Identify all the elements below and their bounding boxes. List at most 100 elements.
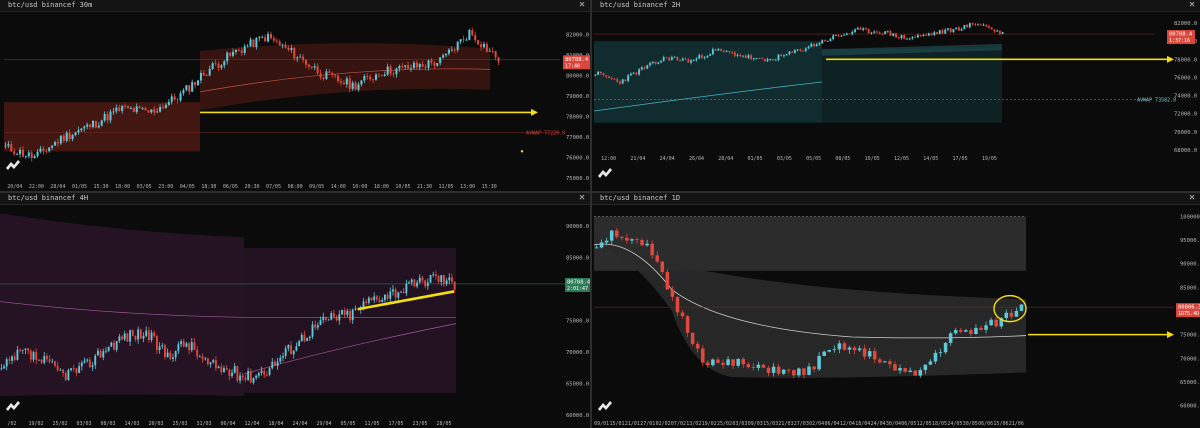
candle bbox=[5, 359, 8, 367]
chart-panel-2h[interactable]: btc/usd binancef 2H ✕ 82000.080000.07800… bbox=[592, 0, 1200, 210]
candle bbox=[88, 359, 91, 367]
candle bbox=[928, 361, 933, 365]
candle bbox=[124, 105, 127, 107]
candle bbox=[818, 43, 821, 45]
candle bbox=[389, 66, 392, 74]
candle bbox=[19, 349, 22, 351]
candle bbox=[979, 327, 983, 330]
candle bbox=[480, 44, 483, 48]
candle bbox=[938, 30, 941, 34]
candle bbox=[695, 58, 698, 61]
candle bbox=[126, 105, 130, 109]
x-tick-label: 30/04 bbox=[886, 421, 901, 427]
candle bbox=[923, 364, 928, 371]
candle bbox=[319, 73, 322, 78]
candle bbox=[772, 58, 774, 61]
candle bbox=[442, 275, 445, 285]
candle bbox=[72, 368, 75, 369]
x-tick-label: 28/04 bbox=[50, 184, 65, 190]
candle bbox=[164, 345, 166, 357]
chart-1d[interactable]: 100000.095000.090000.085000.080000.07500… bbox=[592, 193, 1200, 428]
candle bbox=[267, 33, 270, 42]
candle bbox=[594, 74, 597, 76]
candle bbox=[54, 361, 56, 366]
candle bbox=[996, 30, 999, 32]
candle bbox=[421, 64, 424, 67]
candle bbox=[131, 330, 134, 336]
x-tick-label: 21/01 bbox=[625, 421, 640, 427]
panel-divider-vertical[interactable] bbox=[590, 0, 592, 428]
candle bbox=[121, 336, 123, 340]
candle bbox=[936, 32, 938, 34]
candle bbox=[115, 107, 118, 112]
candle bbox=[324, 316, 327, 320]
y-tick-label: 60000.0 bbox=[566, 413, 589, 419]
candle bbox=[717, 48, 720, 51]
y-tick-label: 80000.0 bbox=[566, 74, 589, 80]
candle bbox=[257, 372, 260, 376]
candle bbox=[766, 59, 769, 62]
candle bbox=[247, 371, 250, 380]
candle bbox=[933, 352, 938, 362]
candle bbox=[206, 358, 209, 365]
x-tick-label: 24/05 bbox=[947, 421, 962, 427]
candle bbox=[86, 359, 89, 361]
candle bbox=[401, 65, 404, 67]
logo-mark bbox=[598, 401, 612, 411]
candle bbox=[900, 35, 903, 39]
candle bbox=[10, 144, 13, 152]
x-tick-label: 06/05 bbox=[901, 421, 916, 427]
candle bbox=[327, 319, 330, 321]
candle bbox=[826, 40, 829, 42]
candle bbox=[62, 135, 65, 141]
candle bbox=[310, 66, 313, 68]
chart-panel-30m[interactable]: btc/usd binancef 30m ✕ 82000.081000.0800… bbox=[0, 0, 590, 210]
x-tick-label: 19/05 bbox=[982, 156, 997, 162]
candle bbox=[325, 71, 328, 79]
candle bbox=[204, 358, 207, 360]
candle bbox=[1004, 312, 1009, 319]
candle bbox=[129, 330, 132, 342]
candle bbox=[180, 341, 182, 345]
candle bbox=[736, 358, 740, 366]
panel-divider-horizontal[interactable] bbox=[0, 191, 1200, 193]
candle bbox=[304, 59, 307, 65]
chart-30m[interactable]: 82000.081000.080000.079000.078000.077000… bbox=[0, 0, 590, 210]
candle bbox=[97, 125, 100, 128]
candle bbox=[284, 348, 287, 357]
candle bbox=[837, 35, 840, 37]
candle bbox=[214, 360, 217, 369]
candle bbox=[605, 75, 608, 77]
candle bbox=[698, 55, 701, 59]
chart-panel-1d[interactable]: btc/usd binancef 1D ✕ 100000.095000.0900… bbox=[592, 193, 1200, 428]
candle bbox=[491, 50, 494, 52]
x-tick-label: 03/05 bbox=[777, 156, 792, 162]
candle bbox=[13, 151, 16, 155]
tradingview-logo-icon bbox=[6, 401, 20, 411]
chart-2h[interactable]: 82000.080000.078000.076000.074000.072000… bbox=[592, 0, 1200, 210]
candle bbox=[342, 82, 345, 85]
candle bbox=[640, 67, 643, 70]
vwap-band bbox=[0, 213, 244, 397]
chart-4h[interactable]: 90000.085000.080000.075000.070000.065000… bbox=[0, 193, 590, 428]
candle bbox=[852, 347, 857, 351]
x-tick-label: 27/03 bbox=[794, 421, 809, 427]
candle bbox=[990, 27, 993, 30]
candle bbox=[821, 40, 824, 44]
candle bbox=[144, 108, 147, 111]
candle bbox=[65, 132, 68, 141]
candle bbox=[751, 367, 756, 368]
candle bbox=[690, 60, 692, 63]
candle bbox=[30, 152, 33, 159]
candle bbox=[862, 28, 865, 30]
y-tick-label: 90000.0 bbox=[566, 224, 589, 230]
candle bbox=[843, 34, 846, 36]
x-tick-label: 06/05 bbox=[223, 184, 238, 190]
candle bbox=[878, 359, 882, 363]
candle bbox=[48, 359, 51, 362]
candle bbox=[240, 50, 243, 53]
x-tick-label: 15:30 bbox=[94, 184, 109, 190]
candle bbox=[366, 76, 369, 77]
x-tick-label: 19/02 bbox=[702, 421, 717, 427]
chart-panel-4h[interactable]: btc/usd binancef 4H ✕ 90000.085000.08000… bbox=[0, 193, 590, 428]
